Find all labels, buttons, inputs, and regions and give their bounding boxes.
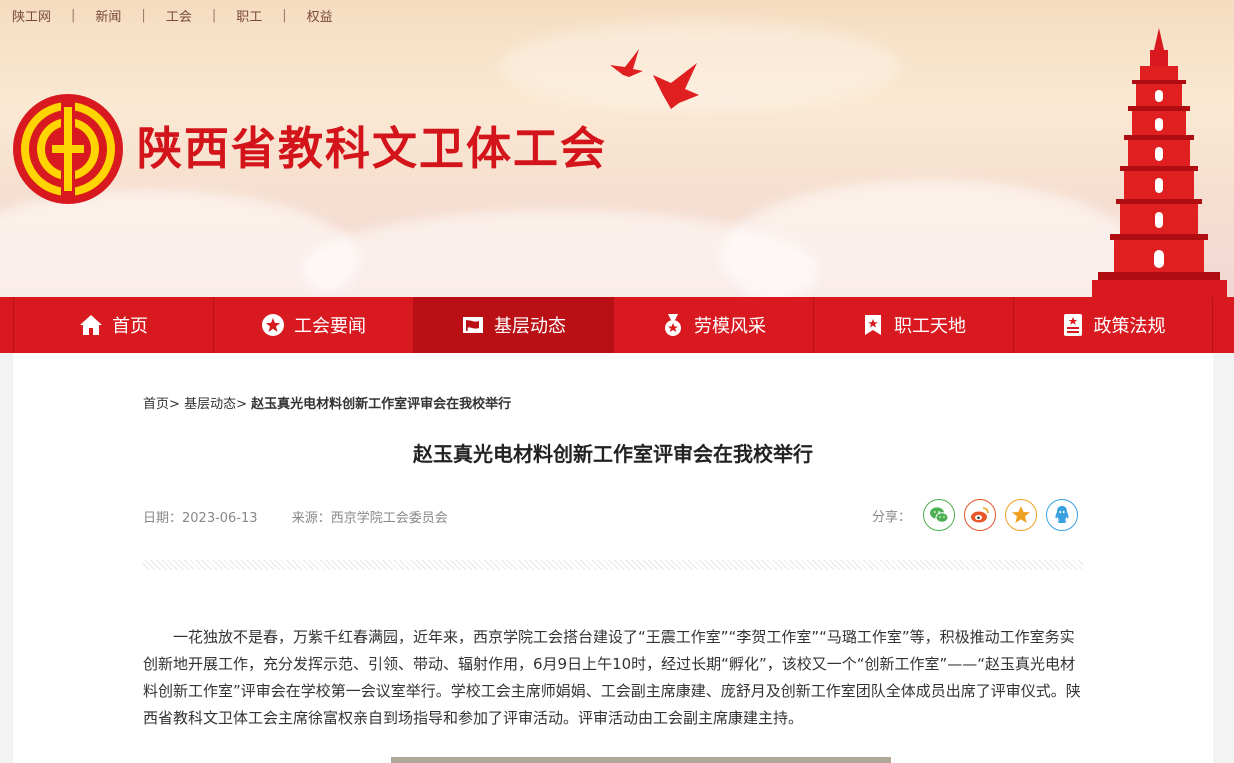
breadcrumb-separator: > (236, 397, 247, 412)
top-link-union[interactable]: 工会 (166, 6, 192, 25)
share-qq-button[interactable] (1046, 499, 1079, 531)
breadcrumb: 首页> 基层动态> 赵玉真光电材料创新工作室评审会在我校举行 (143, 393, 511, 412)
nav-item-label: 劳模风采 (694, 316, 766, 337)
weibo-icon (971, 507, 989, 523)
divider (143, 560, 1083, 570)
nav-item-label: 基层动态 (494, 316, 566, 337)
article-container: 首页> 基层动态> 赵玉真光电材料创新工作室评审会在我校举行 赵玉真光电材料创新… (13, 353, 1213, 763)
top-link-news[interactable]: 新闻 (95, 6, 121, 25)
qq-icon (1055, 506, 1069, 524)
nav-item-policy[interactable]: 政策法规 (1013, 297, 1213, 353)
nav-item-home[interactable]: 首页 (13, 297, 213, 353)
nav-item-grassroots[interactable]: 基层动态 (413, 297, 613, 353)
share-label: 分享： (872, 509, 912, 525)
separator: | (282, 7, 287, 23)
top-link-rights[interactable]: 权益 (307, 6, 333, 25)
share-weibo-button[interactable] (964, 499, 997, 531)
star-circle-icon (262, 314, 284, 336)
share-wechat-button[interactable] (923, 499, 956, 531)
nav-item-model-workers[interactable]: 劳模风采 (613, 297, 813, 353)
breadcrumb-home[interactable]: 首页 (143, 397, 169, 412)
union-logo-icon[interactable] (12, 93, 124, 205)
flag-icon (463, 317, 483, 333)
separator: | (71, 7, 76, 23)
article-photo (391, 757, 891, 763)
doves-icon (610, 49, 699, 109)
article-title: 赵玉真光电材料创新工作室评审会在我校举行 (413, 442, 813, 466)
medal-icon (665, 314, 681, 336)
nav-item-worker-world[interactable]: 职工天地 (813, 297, 1013, 353)
nav-item-label: 政策法规 (1093, 316, 1166, 337)
qzone-star-icon (1012, 506, 1031, 523)
top-link-workers[interactable]: 职工 (236, 6, 262, 25)
home-icon (80, 315, 102, 335)
separator: | (141, 7, 146, 23)
article-body: 一花独放不是春，万紫千红春满园，近年来，西京学院工会搭台建设了“王震工作室”“李… (143, 628, 1081, 727)
separator: | (211, 7, 217, 23)
share-qzone-button[interactable] (1005, 499, 1038, 531)
nav-item-label: 工会要闻 (294, 316, 366, 337)
breadcrumb-separator: > (169, 397, 180, 412)
share-bar: 分享： (872, 499, 1087, 531)
pagoda-icon (1092, 28, 1227, 297)
article-source: 来源：西京学院工会委员会 (291, 511, 448, 526)
site-title: 陕西省教科文卫体工会 (137, 122, 608, 175)
article-meta: 日期：2023-06-13 来源：西京学院工会委员会 (143, 507, 448, 526)
top-link-sgw[interactable]: 陕工网 (12, 6, 51, 25)
header-banner: 陕工网 | 新闻 | 工会 | 职工 | 权益 陕西省教科文卫体工会 (0, 0, 1234, 297)
breadcrumb-current: 赵玉真光电材料创新工作室评审会在我校举行 (251, 397, 512, 412)
article-date: 日期：2023-06-13 (143, 511, 258, 526)
nav-item-union-news[interactable]: 工会要闻 (213, 297, 413, 353)
nav-item-label: 职工天地 (894, 316, 966, 337)
bookmark-star-icon (865, 315, 881, 335)
wechat-icon (930, 507, 949, 523)
document-star-icon (1063, 314, 1082, 336)
nav-item-label: 首页 (112, 316, 148, 337)
cloud-decoration (720, 180, 1140, 297)
main-nav: 首页 工会要闻 基层动态 劳模风采 职工天地 政策法规 (0, 297, 1234, 353)
top-links-bar: 陕工网 | 新闻 | 工会 | 职工 | 权益 (12, 6, 333, 25)
breadcrumb-section[interactable]: 基层动态 (184, 397, 236, 412)
